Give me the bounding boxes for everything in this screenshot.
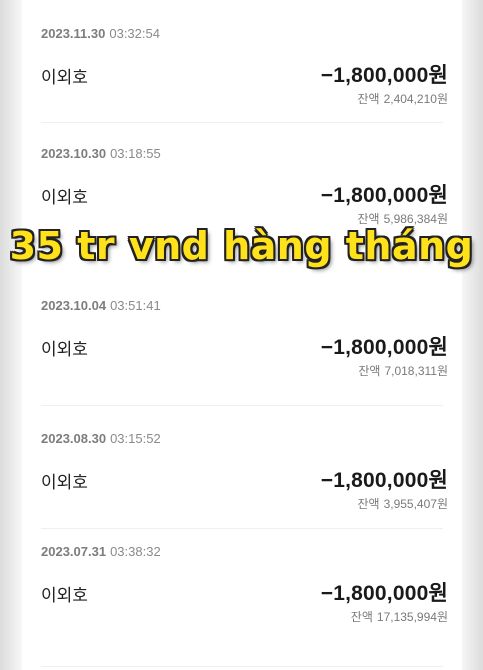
balance-value: 3,955,407원: [383, 497, 448, 511]
transaction-datetime: 2023.10.30 03:18:55: [41, 146, 161, 161]
transaction-time: 03:51:41: [110, 298, 161, 313]
transaction-counterparty: 이외호: [41, 586, 88, 605]
balance-value: 2,404,210원: [383, 92, 448, 106]
transaction-time: 03:38:32: [110, 544, 161, 559]
transaction-time: 03:18:55: [110, 146, 161, 161]
balance-label: 잔액: [358, 364, 381, 378]
transaction-date: 2023.07.31: [41, 544, 107, 559]
transaction-balance: 잔액 2,404,210원: [357, 90, 448, 107]
transaction-amount: −1,800,000원: [320, 64, 448, 87]
transaction-datetime: 2023.10.04 03:51:41: [41, 298, 161, 313]
transaction-history-list[interactable]: 2023.11.30 03:32:54 이외호 −1,800,000원 잔액 2,4…: [22, 0, 462, 670]
list-divider: [41, 122, 443, 123]
transaction-datetime: 2023.11.30 03:32:54: [41, 26, 160, 41]
list-divider: [41, 405, 443, 406]
overlay-caption: 35 tr vnd hàng tháng: [0, 224, 483, 268]
transaction-item[interactable]: 2023.11.30 03:32:54 이외호 −1,800,000원 잔액 2,4…: [22, 26, 462, 161]
transaction-item[interactable]: 2023.07.31 03:38:32 이외호 −1,800,000원 잔액 17,…: [22, 544, 462, 670]
transaction-time: 03:32:54: [109, 26, 160, 41]
transaction-amount: −1,800,000원: [320, 582, 448, 605]
transaction-item[interactable]: 2023.10.04 03:51:41 이외호 −1,800,000원 잔액 7,0…: [22, 298, 462, 433]
transaction-date: 2023.11.30: [41, 26, 106, 41]
balance-label: 잔액: [357, 92, 380, 106]
transaction-amount: −1,800,000원: [320, 336, 448, 359]
transaction-balance: 잔액 17,135,994원: [351, 608, 448, 625]
transaction-datetime: 2023.08.30 03:15:52: [41, 431, 161, 446]
transaction-date: 2023.10.04: [41, 298, 107, 313]
transaction-amount: −1,800,000원: [320, 184, 448, 207]
transaction-date: 2023.10.30: [41, 146, 107, 161]
list-divider: [41, 666, 443, 667]
overlay-caption-text: 35 tr vnd hàng tháng: [9, 224, 474, 268]
transaction-counterparty: 이외호: [41, 473, 88, 492]
transaction-date: 2023.08.30: [41, 431, 107, 446]
transaction-datetime: 2023.07.31 03:38:32: [41, 544, 161, 559]
transaction-time: 03:15:52: [110, 431, 161, 446]
transaction-balance: 잔액 3,955,407원: [357, 495, 448, 512]
balance-label: 잔액: [350, 610, 373, 624]
balance-label: 잔액: [357, 497, 380, 511]
balance-value: 7,018,311원: [384, 364, 448, 378]
transaction-balance: 잔액 7,018,311원: [358, 362, 448, 379]
transaction-counterparty: 이외호: [41, 340, 88, 359]
transaction-amount: −1,800,000원: [320, 469, 448, 492]
list-divider: [41, 528, 443, 529]
transaction-counterparty: 이외호: [41, 188, 88, 207]
screenshot-frame: 2023.11.30 03:32:54 이외호 −1,800,000원 잔액 2,4…: [0, 0, 483, 670]
balance-value: 17,135,994원: [376, 610, 448, 624]
transaction-counterparty: 이외호: [41, 68, 88, 87]
